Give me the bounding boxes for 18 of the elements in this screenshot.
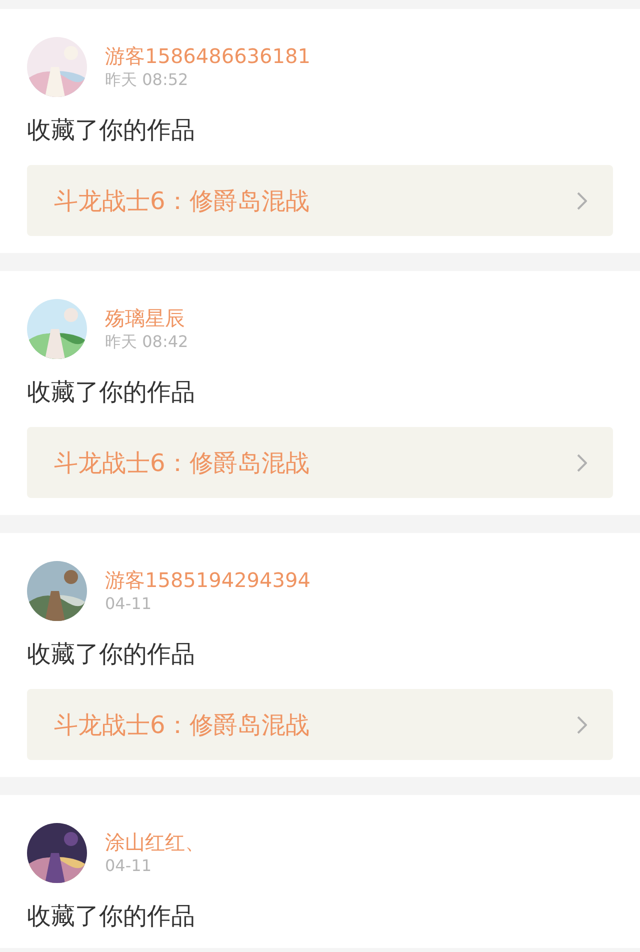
user-name[interactable]: 游客1586486636181	[105, 43, 310, 69]
chevron-right-icon	[577, 454, 587, 472]
work-link[interactable]: 斗龙战士6：修爵岛混战	[27, 689, 613, 760]
message-text: 收藏了你的作品	[27, 377, 196, 407]
user-name[interactable]: 涂山红红、	[105, 829, 205, 855]
message-text: 收藏了你的作品	[27, 639, 196, 669]
timestamp: 昨天 08:42	[105, 331, 188, 353]
timestamp: 昨天 08:52	[105, 69, 190, 91]
message-text: 收藏了你的作品	[27, 115, 196, 145]
message-text: 收藏了你的作品	[27, 901, 196, 931]
user-name[interactable]: 殇璃星辰	[105, 305, 188, 331]
user-name[interactable]: 游客1585194294394	[105, 567, 310, 593]
timestamp: 04-11	[105, 593, 152, 615]
chevron-right-icon	[577, 716, 587, 734]
chevron-right-icon	[577, 192, 587, 210]
work-link[interactable]: 斗龙战士6：修爵岛混战	[27, 165, 613, 236]
timestamp: 04-11	[105, 855, 152, 877]
work-link[interactable]: 斗龙战士6：修爵岛混战	[27, 427, 613, 498]
